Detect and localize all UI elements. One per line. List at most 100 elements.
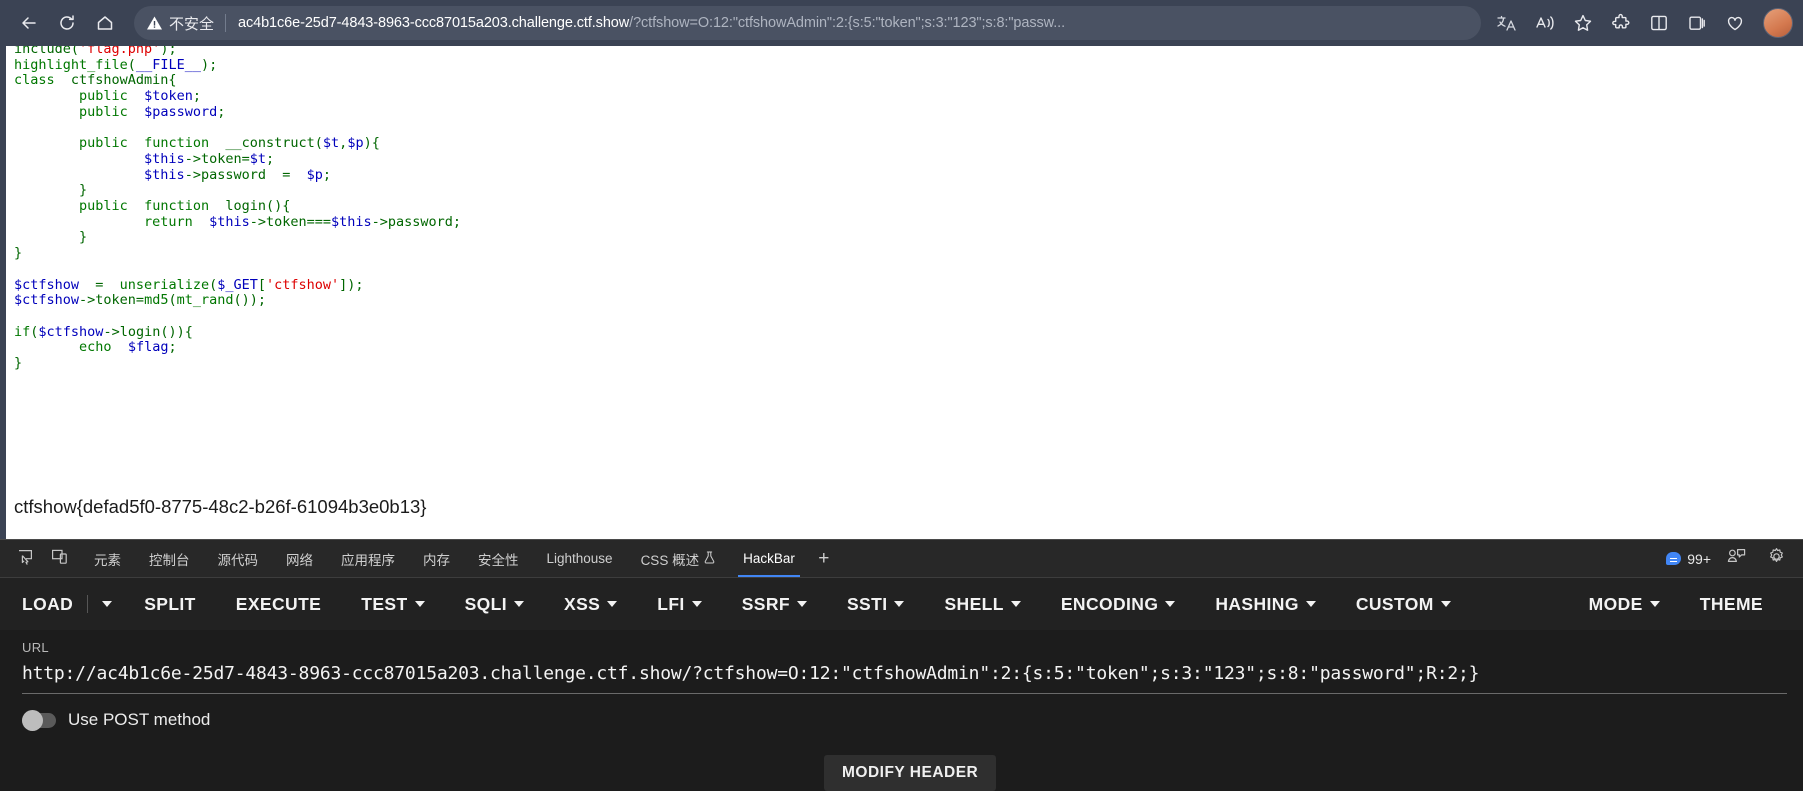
hackbar-button-label: LFI: [657, 593, 685, 614]
security-status[interactable]: 不安全: [146, 13, 225, 34]
issues-counter[interactable]: 99+: [1666, 551, 1711, 567]
hackbar-lfi-button[interactable]: LFI: [657, 588, 702, 621]
devtools-tab-元素[interactable]: 元素: [80, 540, 135, 577]
devtools-add-tab-button[interactable]: +: [809, 540, 839, 577]
code-token: $flag: [127, 339, 169, 356]
star-icon: [1573, 13, 1593, 33]
hackbar-url-input[interactable]: [22, 663, 1787, 694]
flag-output: ctfshow{defad5f0-8775-48c2-b26f-61094b3e…: [14, 496, 427, 517]
code-token: include(: [14, 46, 80, 57]
url-display[interactable]: ac4b1c6e-25d7-4843-8963-ccc87015a203.cha…: [238, 15, 1469, 31]
hackbar-shell-button[interactable]: SHELL: [944, 588, 1021, 621]
code-token: if: [14, 323, 31, 340]
hackbar-button-label: SQLI: [464, 593, 508, 614]
code-token: );: [200, 56, 218, 73]
hackbar-test-button[interactable]: TEST: [361, 588, 425, 621]
hackbar-load-options-button[interactable]: [87, 595, 113, 613]
devtools-tab-控制台[interactable]: 控制台: [135, 540, 204, 577]
hackbar-button-label: LOAD: [22, 593, 74, 614]
php-source-listing: include('flag.php'); highlight_file(__FI…: [6, 46, 461, 372]
devtools-settings-button[interactable]: [1761, 545, 1791, 573]
devtools-tab-源代码[interactable]: 源代码: [204, 540, 273, 577]
collections-button[interactable]: [1679, 6, 1715, 40]
device-toolbar-button[interactable]: [44, 545, 74, 573]
code-token: public: [79, 103, 128, 120]
code-token: $ctfshow: [38, 323, 104, 340]
code-token: ());: [233, 292, 267, 309]
hackbar-button-label: CUSTOM: [1355, 593, 1434, 614]
devtools-tab-hackbar[interactable]: HackBar: [729, 540, 809, 577]
hackbar-split-button[interactable]: SPLIT: [144, 588, 196, 621]
extensions-button[interactable]: [1603, 6, 1639, 40]
hackbar-theme-button[interactable]: THEME: [1700, 588, 1763, 621]
devtools-tabbar: 元素 控制台 源代码 网络 应用程序 内存 安全性 Lighthouse CSS 概述 HackB…: [0, 540, 1803, 578]
inspect-element-button[interactable]: [10, 545, 40, 573]
hackbar-encoding-button[interactable]: ENCODING: [1061, 588, 1176, 621]
hackbar-ssti-button[interactable]: SSTI: [847, 588, 905, 621]
split-screen-icon: [1649, 13, 1669, 33]
hackbar-custom-button[interactable]: CUSTOM: [1356, 588, 1451, 621]
use-post-method-toggle[interactable]: Use POST method: [22, 709, 210, 731]
code-token: ->password;: [371, 213, 462, 230]
hackbar-mode-button[interactable]: MODE: [1589, 588, 1660, 621]
devtools-tab-css-概述[interactable]: CSS 概述: [627, 540, 730, 577]
code-token: ;: [322, 166, 332, 183]
reload-button[interactable]: [48, 6, 86, 40]
feedback-icon: [1727, 548, 1746, 570]
hackbar-execute-button[interactable]: EXECUTE: [236, 588, 321, 621]
warning-triangle-icon: [146, 15, 163, 31]
hackbar-button-label: EXECUTE: [235, 593, 322, 614]
devtools-tab-安全性[interactable]: 安全性: [464, 540, 533, 577]
devtools-tab-label: Lighthouse: [546, 551, 613, 566]
translate-button[interactable]: [1489, 6, 1525, 40]
devtools-tab-应用程序[interactable]: 应用程序: [327, 540, 409, 577]
read-aloud-icon: [1534, 13, 1556, 33]
read-aloud-button[interactable]: [1527, 6, 1563, 40]
devtools-tab-label: 控制台: [149, 552, 190, 568]
profile-avatar[interactable]: [1763, 8, 1793, 38]
chevron-down-icon: [514, 601, 525, 607]
code-token: public: [79, 198, 128, 215]
devtools-tab-label: HackBar: [743, 551, 795, 566]
hackbar-hashing-button[interactable]: HASHING: [1215, 588, 1316, 621]
code-token: ctfshowAdmin{: [54, 72, 177, 89]
browser-essentials-button[interactable]: [1717, 6, 1753, 40]
devtools-tab-label: 应用程序: [341, 552, 395, 568]
hackbar-sqli-button[interactable]: SQLI: [464, 588, 525, 621]
hackbar-button-label: SHELL: [944, 593, 1004, 614]
feedback-button[interactable]: [1721, 545, 1751, 573]
hackbar-ssrf-button[interactable]: SSRF: [742, 588, 807, 621]
back-arrow-icon: [19, 13, 39, 33]
issues-count-label: 99+: [1687, 550, 1711, 567]
code-token: ;: [168, 339, 177, 356]
favorite-button[interactable]: [1565, 6, 1601, 40]
url-host: ac4b1c6e-25d7-4843-8963-ccc87015a203.cha…: [238, 15, 630, 31]
devtools-tab-lighthouse[interactable]: Lighthouse: [533, 540, 627, 577]
code-token: public: [79, 88, 128, 105]
hackbar-options-row: Use POST method MODIFY HEADER: [22, 709, 1787, 791]
address-bar[interactable]: 不安全 ac4b1c6e-25d7-4843-8963-ccc87015a203…: [134, 6, 1481, 40]
devtools-tab-label: 网络: [286, 552, 313, 568]
devtools-tab-内存[interactable]: 内存: [409, 540, 464, 577]
hackbar-xss-button[interactable]: XSS: [564, 588, 618, 621]
split-screen-button[interactable]: [1641, 6, 1677, 40]
code-token: login(){: [209, 198, 291, 215]
home-button[interactable]: [86, 6, 124, 40]
devtools-tab-label: 内存: [423, 552, 450, 568]
hackbar-button-label: XSS: [564, 593, 601, 614]
devtools-tab-网络[interactable]: 网络: [272, 540, 327, 577]
back-button[interactable]: [10, 6, 48, 40]
modify-header-button[interactable]: MODIFY HEADER: [824, 755, 997, 791]
code-token: ;: [192, 88, 201, 105]
devtools-panel: 元素 控制台 源代码 网络 应用程序 内存 安全性 Lighthouse CSS 概述 HackB…: [0, 539, 1803, 791]
hackbar-load-button[interactable]: LOAD: [22, 588, 73, 621]
hackbar-toolbar: LOAD SPLIT EXECUTE TEST SQLI XSS LFI SSRF SSTI SH…: [0, 578, 1803, 630]
url-field-label: URL: [22, 640, 49, 655]
hackbar-button-label: SPLIT: [144, 593, 196, 614]
